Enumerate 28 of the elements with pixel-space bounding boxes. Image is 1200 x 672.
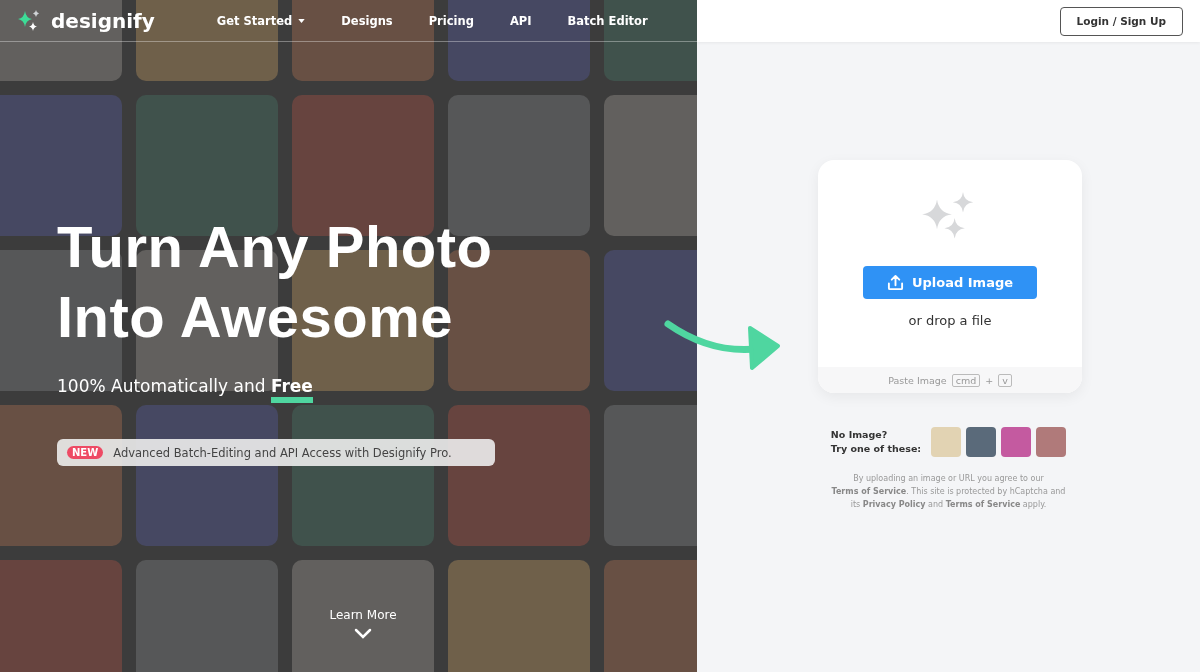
hero-subtitle: 100% Automatically and Free [57, 376, 697, 403]
nav-link[interactable]: Pricing [410, 13, 492, 28]
promo-banner[interactable]: NEW Advanced Batch-Editing and API Access with Designify Pro. [57, 439, 495, 466]
learn-more-link[interactable]: Learn More [329, 608, 397, 622]
paste-image-label: Paste Image [888, 374, 947, 386]
nav-link[interactable]: Get Started [198, 13, 324, 28]
new-badge: NEW [67, 446, 104, 459]
drop-file-text: or drop a file [908, 313, 992, 328]
legal-notice: By uploading an image or URL you agree to our Terms of Service. This site is protected by hCaptcha and its Privacy Policy and Terms of Service apply. [830, 473, 1067, 511]
brand-name[interactable]: designify [51, 8, 155, 33]
nav-link[interactable]: Batch Editor [549, 13, 666, 28]
hero-title: Turn Any Photo Into Awesome [57, 213, 493, 351]
keyboard-key: cmd [951, 373, 981, 387]
legal-link[interactable]: Privacy Policy [862, 500, 926, 509]
upload-image-button[interactable]: Upload Image [863, 266, 1037, 299]
plus-sign: + [985, 374, 994, 386]
upload-icon [886, 274, 904, 291]
promo-text: Advanced Batch-Editing and API Access with Designify Pro. [113, 445, 452, 460]
sample-photo-placeholder[interactable] [966, 427, 997, 457]
chevron-down-icon[interactable] [354, 628, 372, 639]
nav-link[interactable]: API [491, 13, 550, 28]
sample-photo-placeholder[interactable] [1036, 427, 1067, 457]
nav-link[interactable]: Designs [323, 13, 411, 28]
login-signup-button[interactable]: Login / Sign Up [1059, 6, 1183, 36]
keyboard-key: v [998, 373, 1012, 387]
legal-link[interactable]: Terms of Service [945, 500, 1021, 509]
sample-photo-placeholder[interactable] [1001, 427, 1032, 457]
sample-prompt: No Image? Try one of these: [830, 428, 922, 456]
